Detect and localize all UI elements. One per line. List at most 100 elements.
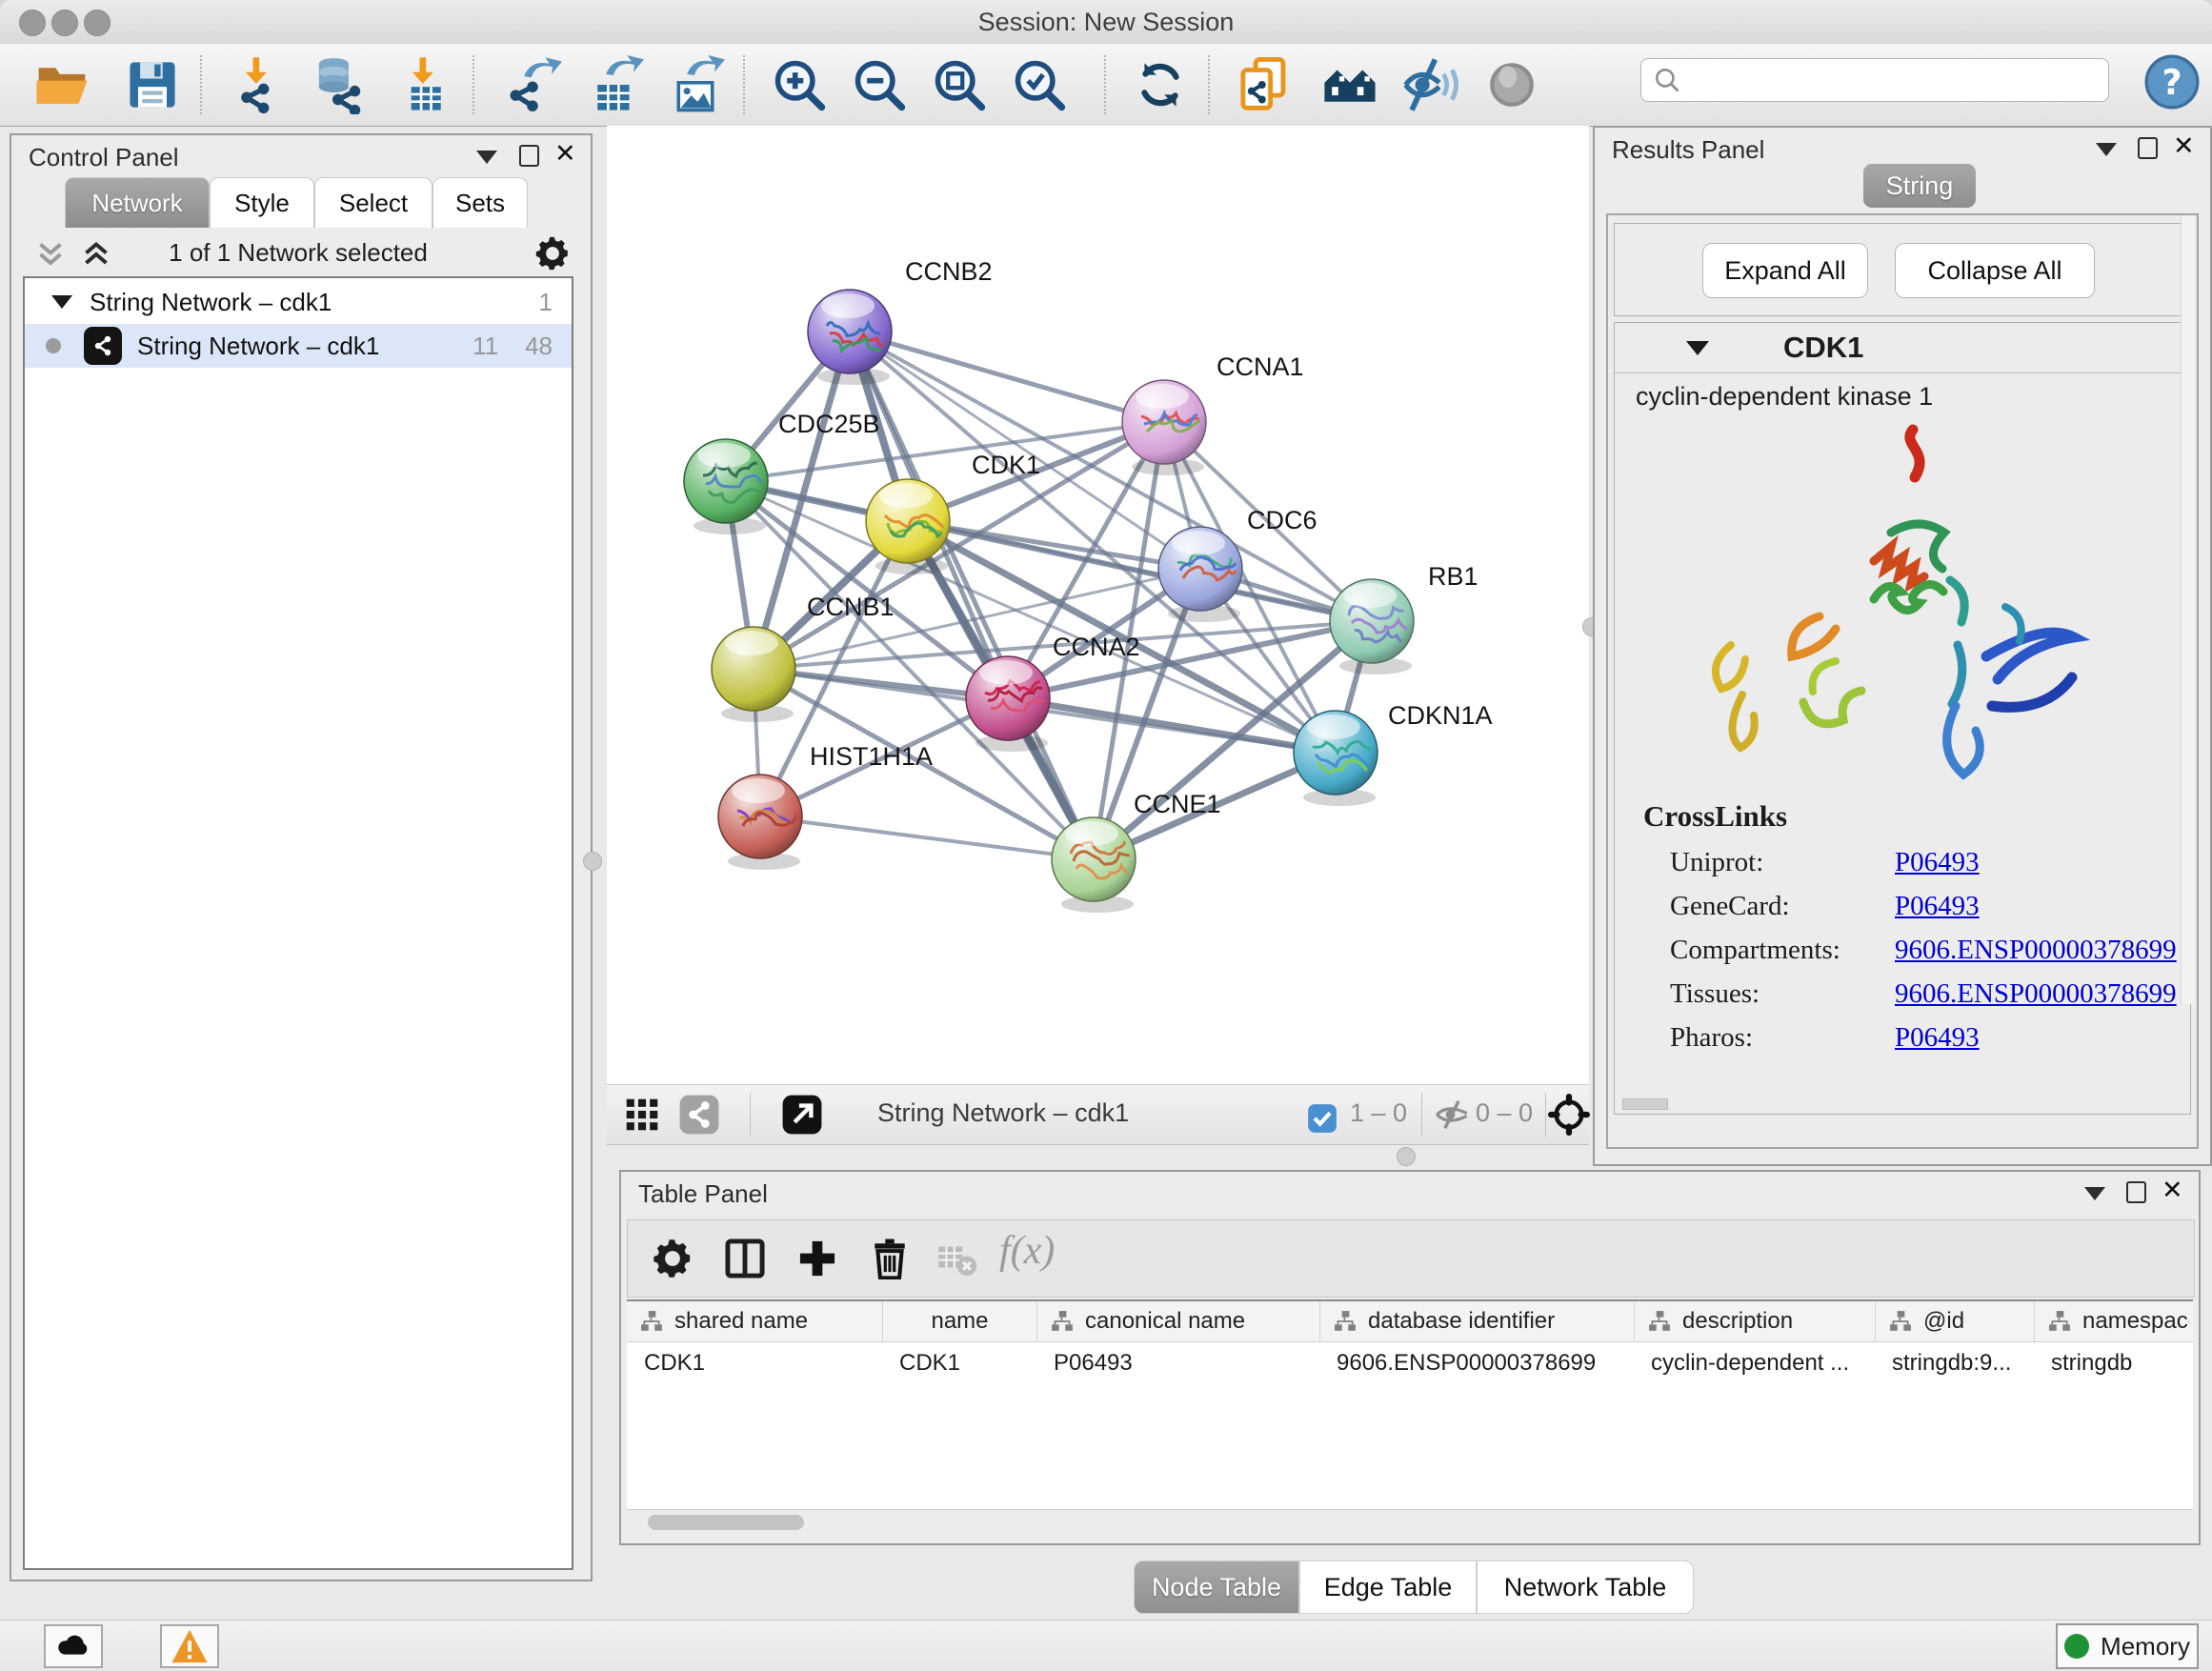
undock-panel-icon[interactable]: [2126, 1181, 2146, 1203]
tab-sets[interactable]: Sets: [432, 177, 528, 228]
entry-horizontal-scrollbar[interactable]: [1622, 1098, 1668, 1110]
tab-edge-table[interactable]: Edge Table: [1299, 1560, 1477, 1614]
open-session-icon[interactable]: [29, 53, 95, 116]
float-panel-icon[interactable]: [2096, 143, 2117, 156]
cell-description[interactable]: cyclin-dependent ...: [1634, 1342, 1875, 1384]
column-header[interactable]: name: [882, 1301, 1036, 1341]
cytoscape-window: Session: New Session: [0, 0, 2212, 1671]
selected-checkbox-icon[interactable]: [1298, 1096, 1346, 1141]
tab-network-table[interactable]: Network Table: [1477, 1560, 1694, 1614]
cell-name[interactable]: CDK1: [882, 1342, 1036, 1384]
table-panel: Table Panel ✕ f(x) share: [619, 1170, 2201, 1545]
zoom-out-icon[interactable]: [846, 53, 913, 116]
crosslink-link[interactable]: 9606.ENSP00000378699: [1895, 978, 2177, 1010]
crosslink-link[interactable]: P06493: [1895, 847, 1980, 878]
export-network-icon[interactable]: [499, 53, 566, 116]
column-header[interactable]: description: [1634, 1301, 1875, 1341]
svg-text:?: ?: [2162, 62, 2182, 103]
network-overview-icon[interactable]: [1317, 53, 1383, 116]
column-header[interactable]: shared name: [627, 1301, 882, 1341]
protein-entry-header[interactable]: CDK1: [1615, 323, 2190, 373]
export-table-icon[interactable]: [581, 53, 648, 116]
string-network-icon: [84, 327, 122, 365]
tab-string[interactable]: String: [1863, 164, 1976, 208]
cell-namespace[interactable]: stringdb: [2034, 1342, 2189, 1384]
search-input[interactable]: [1640, 58, 2109, 102]
float-panel-icon[interactable]: [476, 151, 497, 164]
level-of-detail-icon[interactable]: [1478, 53, 1545, 116]
cloud-tasks-button[interactable]: [44, 1624, 103, 1668]
table-row[interactable]: CDK1 CDK1 P06493 9606.ENSP00000378699 cy…: [627, 1342, 2193, 1384]
cell-shared-name[interactable]: CDK1: [627, 1342, 882, 1384]
collapse-entry-icon[interactable]: [1686, 341, 1709, 355]
import-network-database-icon[interactable]: [307, 53, 373, 116]
clone-network-icon[interactable]: [1231, 53, 1297, 116]
tab-network[interactable]: Network: [65, 177, 210, 228]
string-view-icon[interactable]: [675, 1092, 723, 1137]
delete-column-icon[interactable]: [862, 1232, 917, 1285]
collection-expand-icon[interactable]: [51, 295, 72, 309]
tab-select[interactable]: Select: [314, 177, 432, 228]
tab-style[interactable]: Style: [210, 177, 314, 228]
cell-id[interactable]: stringdb:9...: [1875, 1342, 2034, 1384]
show-columns-icon[interactable]: [717, 1232, 773, 1285]
table-options-gear-icon[interactable]: [645, 1232, 700, 1285]
string-network-graph[interactable]: CCNB2CCNA1CDC25BCDK1CDC6RB1CCNB1CCNA2CDK…: [607, 126, 1589, 1084]
scrollbar-thumb[interactable]: [648, 1515, 804, 1530]
table-header-row: shared name name canonical name database…: [627, 1301, 2193, 1342]
bottom-splitter-handle[interactable]: [1397, 1147, 1416, 1166]
close-panel-icon[interactable]: ✕: [554, 139, 576, 169]
crosslink-link[interactable]: 9606.ENSP00000378699: [1895, 935, 2177, 966]
node-label: CCNB1: [807, 593, 895, 621]
table-horizontal-scrollbar[interactable]: [627, 1509, 2193, 1535]
memory-button[interactable]: Memory: [2056, 1623, 2199, 1669]
undock-panel-icon[interactable]: [519, 145, 539, 167]
column-header[interactable]: @id: [1875, 1301, 2034, 1341]
toolbar-separator: [1421, 1093, 1422, 1137]
status-bar: Memory: [0, 1620, 2212, 1671]
cell-database-identifier[interactable]: 9606.ENSP00000378699: [1319, 1342, 1634, 1384]
add-column-icon[interactable]: [790, 1232, 845, 1285]
results-vertical-scrollbar[interactable]: [2181, 215, 2195, 1004]
undock-panel-icon[interactable]: [2138, 137, 2158, 159]
column-header[interactable]: canonical name: [1036, 1301, 1319, 1341]
expand-all-button[interactable]: Expand All: [1702, 243, 1868, 298]
import-network-file-icon[interactable]: [224, 53, 291, 116]
network-node-cdk1: [866, 479, 950, 574]
zoom-fit-icon[interactable]: [926, 53, 993, 116]
network-node-rb1: [1330, 579, 1414, 674]
column-header[interactable]: namespace: [2034, 1301, 2189, 1341]
column-header[interactable]: database identifier: [1319, 1301, 1634, 1341]
birds-eye-view-icon[interactable]: [618, 1092, 666, 1137]
crosslink-link[interactable]: P06493: [1895, 891, 1980, 922]
help-icon[interactable]: ?: [2143, 53, 2201, 111]
hide-graphics-details-icon[interactable]: [1398, 53, 1464, 116]
selected-node-edge-count: 1 – 0: [1350, 1098, 1407, 1128]
network-options-gear-icon[interactable]: [533, 234, 572, 272]
collapse-all-button[interactable]: Collapse All: [1895, 243, 2095, 298]
crosslink-link[interactable]: P06493: [1895, 1022, 1980, 1054]
fit-selected-crosshair-icon[interactable]: [1545, 1092, 1593, 1137]
warnings-button[interactable]: [160, 1624, 219, 1668]
network-collection-row[interactable]: String Network – cdk1 1: [25, 280, 572, 324]
export-image-icon[interactable]: [662, 53, 729, 116]
main-toolbar: ?: [0, 44, 2212, 127]
close-panel-icon[interactable]: ✕: [2162, 1176, 2183, 1205]
network-row[interactable]: String Network – cdk1 11 48: [25, 324, 572, 368]
zoom-selected-icon[interactable]: [1006, 53, 1073, 116]
float-panel-icon[interactable]: [2084, 1187, 2105, 1200]
collection-name: String Network – cdk1: [90, 288, 539, 317]
network-canvas[interactable]: CCNB2CCNA1CDC25BCDK1CDC6RB1CCNB1CCNA2CDK…: [607, 126, 1589, 1084]
close-panel-icon[interactable]: ✕: [2173, 131, 2195, 161]
open-in-new-window-icon[interactable]: [778, 1092, 826, 1137]
save-session-icon[interactable]: [119, 53, 186, 116]
zoom-in-icon[interactable]: [766, 53, 833, 116]
toolbar-separator: [743, 55, 745, 114]
cell-canonical-name[interactable]: P06493: [1036, 1342, 1319, 1384]
hidden-eye-icon[interactable]: [1428, 1092, 1476, 1137]
import-table-icon[interactable]: [391, 53, 457, 116]
tab-node-table[interactable]: Node Table: [1134, 1560, 1299, 1614]
left-splitter-handle[interactable]: [583, 852, 602, 871]
refresh-icon[interactable]: [1127, 53, 1194, 116]
control-panel-tabs: Network Style Select Sets: [65, 177, 528, 228]
